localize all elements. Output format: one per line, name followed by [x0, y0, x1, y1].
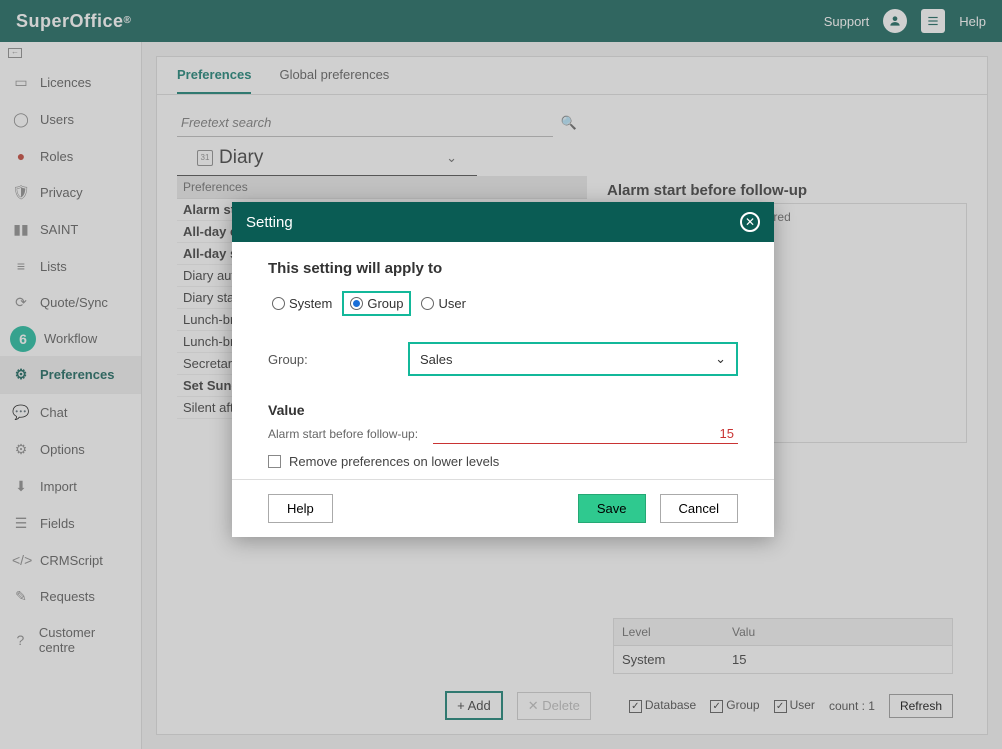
radio-group[interactable]: Group	[342, 291, 411, 316]
chevron-down-icon: ⌄	[715, 351, 726, 367]
value-title: Value	[268, 402, 738, 418]
remove-lower-label: Remove preferences on lower levels	[289, 454, 499, 469]
setting-dialog: Setting ✕ This setting will apply to Sys…	[232, 202, 774, 537]
value-input[interactable]	[433, 424, 738, 444]
group-label: Group:	[268, 352, 368, 367]
cancel-button[interactable]: Cancel	[660, 494, 738, 523]
save-button[interactable]: Save	[578, 494, 646, 523]
group-value: Sales	[420, 352, 453, 367]
radio-user[interactable]: User	[417, 294, 469, 313]
group-select[interactable]: Sales ⌄	[408, 342, 738, 376]
remove-lower-checkbox[interactable]	[268, 455, 281, 468]
apply-title: This setting will apply to	[268, 260, 738, 277]
modal-title: Setting	[246, 214, 293, 231]
close-icon[interactable]: ✕	[740, 212, 760, 232]
value-field-label: Alarm start before follow-up:	[268, 427, 423, 441]
help-button[interactable]: Help	[268, 494, 333, 523]
radio-system[interactable]: System	[268, 294, 336, 313]
